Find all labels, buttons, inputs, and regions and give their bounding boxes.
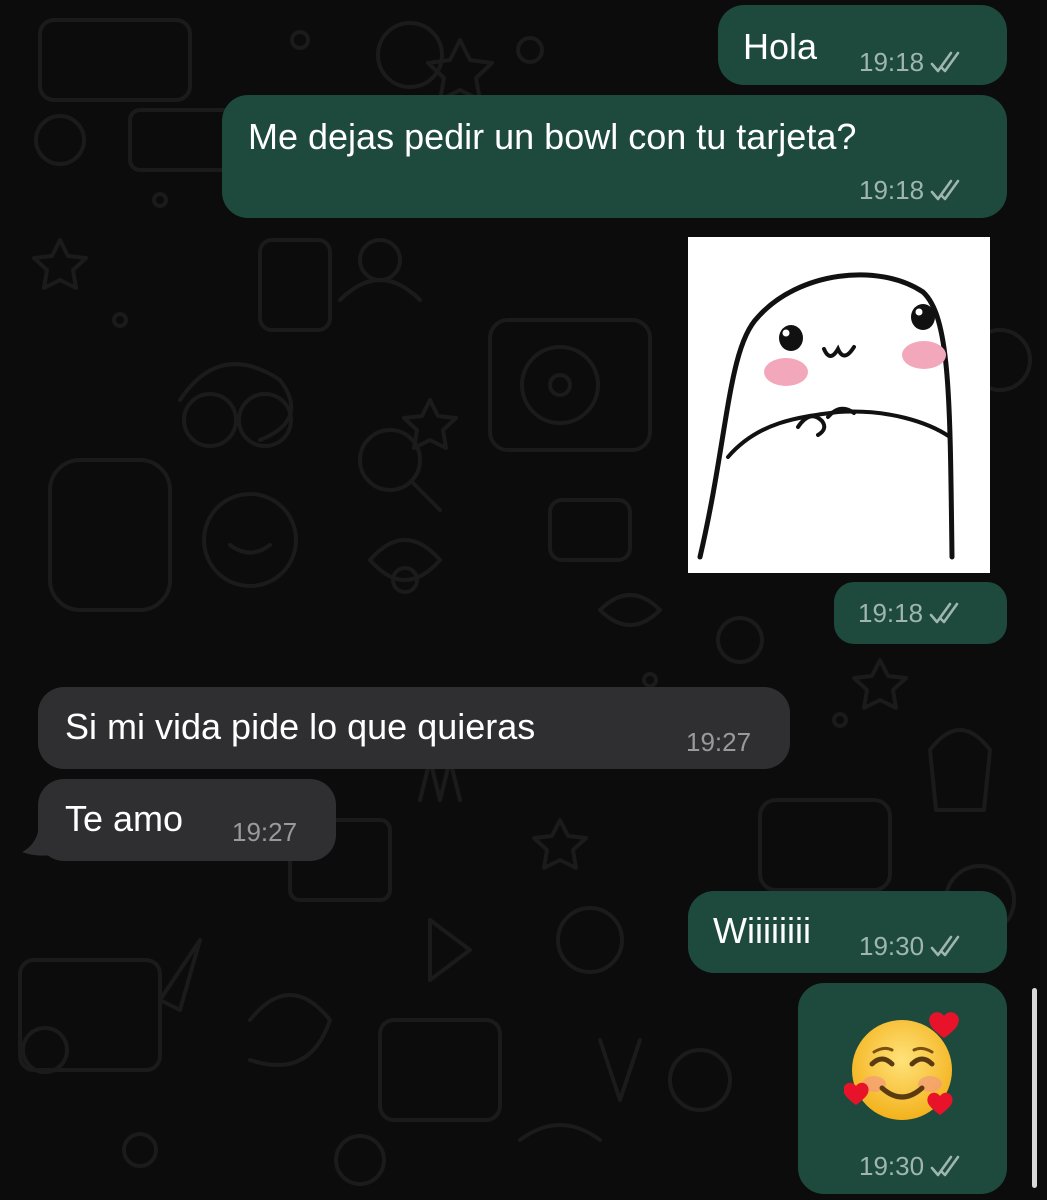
message-text: Hola (743, 26, 818, 67)
message-time: 19:18 (858, 598, 924, 628)
shy-blob-sticker (697, 272, 955, 560)
message-text: Si mi vida pide lo que quieras (65, 706, 536, 747)
sticker-image[interactable] (688, 237, 990, 573)
double-check-read-icon (930, 179, 960, 201)
message-time: 19:30 (859, 931, 925, 961)
chat-view: Hola 19:18 Me dejas pedir un bowl con tu… (0, 0, 1047, 1200)
message-meta: 19:30 (859, 931, 968, 961)
message-text: Te amo (65, 798, 184, 839)
incoming-message-bubble[interactable]: Si mi vida pide lo que quieras 19:27 (38, 687, 790, 769)
scrollbar[interactable] (1032, 988, 1037, 1188)
outgoing-message-bubble[interactable]: Wiiiiiiii 19:30 (688, 891, 1007, 973)
sticker-meta-pill: 19:18 (834, 582, 1007, 644)
message-time: 19:27 (232, 817, 298, 847)
message-meta: 19:27 (232, 817, 297, 847)
message-meta: 19:30 (859, 1151, 968, 1181)
message-meta: 19:18 (859, 175, 968, 205)
outgoing-message-bubble[interactable]: Hola 19:18 (718, 5, 1007, 85)
message-text: Wiiiiiiii (713, 910, 811, 951)
message-text: Me dejas pedir un bowl con tu tarjeta? (248, 116, 857, 157)
smiling-face-with-hearts-emoji (844, 1012, 959, 1120)
message-time: 19:18 (859, 175, 925, 205)
message-meta: 19:18 (859, 47, 968, 77)
double-check-read-icon (930, 935, 960, 957)
message-time: 19:18 (859, 47, 925, 77)
double-check-read-icon (930, 51, 960, 73)
message-time: 19:30 (859, 1151, 925, 1181)
incoming-message-bubble[interactable]: Te amo 19:27 (38, 779, 336, 861)
message-time: 19:27 (686, 727, 752, 757)
message-meta: 19:18 (858, 598, 967, 628)
double-check-read-icon (929, 602, 959, 624)
message-meta: 19:27 (686, 727, 751, 757)
double-check-read-icon (930, 1155, 960, 1177)
outgoing-message-bubble[interactable]: Me dejas pedir un bowl con tu tarjeta? 1… (222, 95, 1007, 218)
